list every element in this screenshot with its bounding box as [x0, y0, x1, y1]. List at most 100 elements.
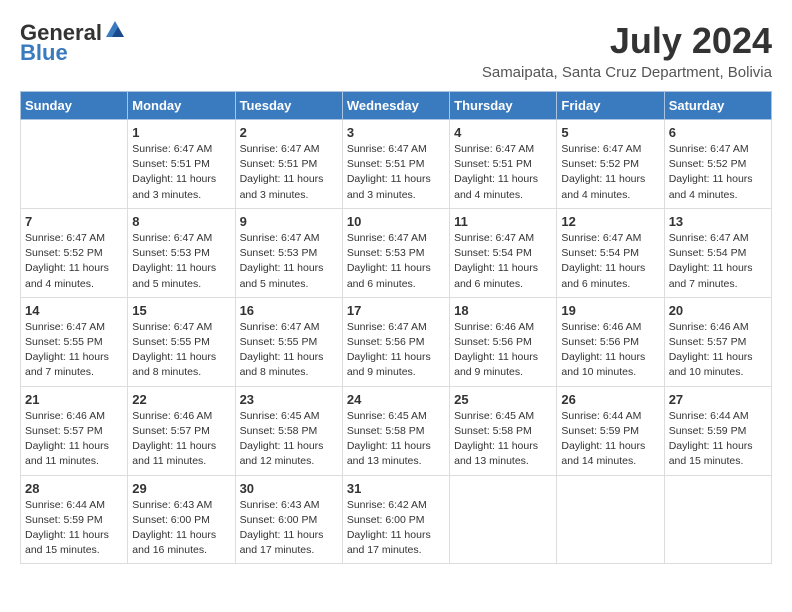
- day-sunrise: Sunrise: 6:47 AM: [132, 321, 212, 333]
- day-sunrise: Sunrise: 6:44 AM: [669, 410, 749, 422]
- title-area: July 2024 Samaipata, Santa Cruz Departme…: [482, 20, 772, 81]
- day-daylight: Daylight: 11 hours and 3 minutes.: [240, 173, 324, 200]
- day-sunrise: Sunrise: 6:47 AM: [132, 143, 212, 155]
- day-sunrise: Sunrise: 6:47 AM: [25, 232, 105, 244]
- calendar-cell: [450, 475, 557, 564]
- day-number: 30: [240, 481, 338, 496]
- calendar-week-row-0: 1 Sunrise: 6:47 AM Sunset: 5:51 PM Dayli…: [21, 120, 772, 209]
- day-sunset: Sunset: 5:51 PM: [240, 158, 318, 170]
- calendar-cell: 4 Sunrise: 6:47 AM Sunset: 5:51 PM Dayli…: [450, 120, 557, 209]
- header: General Blue July 2024 Samaipata, Santa …: [20, 20, 772, 81]
- calendar-cell: 5 Sunrise: 6:47 AM Sunset: 5:52 PM Dayli…: [557, 120, 664, 209]
- calendar-cell: [21, 120, 128, 209]
- calendar-week-row-3: 21 Sunrise: 6:46 AM Sunset: 5:57 PM Dayl…: [21, 386, 772, 475]
- day-sunset: Sunset: 5:54 PM: [454, 247, 532, 259]
- logo-icon: [104, 19, 126, 39]
- day-number: 20: [669, 303, 767, 318]
- header-friday: Friday: [557, 92, 664, 120]
- day-sunset: Sunset: 5:55 PM: [25, 336, 103, 348]
- day-sunset: Sunset: 5:58 PM: [347, 425, 425, 437]
- calendar-cell: 23 Sunrise: 6:45 AM Sunset: 5:58 PM Dayl…: [235, 386, 342, 475]
- calendar-cell: 24 Sunrise: 6:45 AM Sunset: 5:58 PM Dayl…: [342, 386, 449, 475]
- day-sunrise: Sunrise: 6:44 AM: [25, 499, 105, 511]
- day-daylight: Daylight: 11 hours and 15 minutes.: [25, 529, 109, 556]
- day-daylight: Daylight: 11 hours and 6 minutes.: [454, 262, 538, 289]
- calendar-cell: 10 Sunrise: 6:47 AM Sunset: 5:53 PM Dayl…: [342, 208, 449, 297]
- calendar-cell: 16 Sunrise: 6:47 AM Sunset: 5:55 PM Dayl…: [235, 297, 342, 386]
- day-daylight: Daylight: 11 hours and 8 minutes.: [132, 351, 216, 378]
- day-number: 25: [454, 392, 552, 407]
- calendar-cell: [557, 475, 664, 564]
- calendar-week-row-1: 7 Sunrise: 6:47 AM Sunset: 5:52 PM Dayli…: [21, 208, 772, 297]
- location-title: Samaipata, Santa Cruz Department, Bolivi…: [482, 64, 772, 81]
- day-sunset: Sunset: 5:57 PM: [669, 336, 747, 348]
- calendar-cell: 14 Sunrise: 6:47 AM Sunset: 5:55 PM Dayl…: [21, 297, 128, 386]
- day-daylight: Daylight: 11 hours and 5 minutes.: [240, 262, 324, 289]
- calendar-cell: 9 Sunrise: 6:47 AM Sunset: 5:53 PM Dayli…: [235, 208, 342, 297]
- calendar-cell: 30 Sunrise: 6:43 AM Sunset: 6:00 PM Dayl…: [235, 475, 342, 564]
- day-number: 19: [561, 303, 659, 318]
- calendar-cell: 17 Sunrise: 6:47 AM Sunset: 5:56 PM Dayl…: [342, 297, 449, 386]
- calendar-table: Sunday Monday Tuesday Wednesday Thursday…: [20, 91, 772, 564]
- calendar-cell: 27 Sunrise: 6:44 AM Sunset: 5:59 PM Dayl…: [664, 386, 771, 475]
- day-daylight: Daylight: 11 hours and 4 minutes.: [454, 173, 538, 200]
- day-daylight: Daylight: 11 hours and 16 minutes.: [132, 529, 216, 556]
- day-sunset: Sunset: 5:54 PM: [561, 247, 639, 259]
- day-sunset: Sunset: 5:51 PM: [454, 158, 532, 170]
- day-daylight: Daylight: 11 hours and 17 minutes.: [240, 529, 324, 556]
- day-sunrise: Sunrise: 6:47 AM: [669, 143, 749, 155]
- day-daylight: Daylight: 11 hours and 17 minutes.: [347, 529, 431, 556]
- calendar-cell: 22 Sunrise: 6:46 AM Sunset: 5:57 PM Dayl…: [128, 386, 235, 475]
- header-sunday: Sunday: [21, 92, 128, 120]
- day-sunset: Sunset: 5:55 PM: [240, 336, 318, 348]
- day-sunset: Sunset: 6:00 PM: [347, 514, 425, 526]
- day-sunrise: Sunrise: 6:47 AM: [347, 232, 427, 244]
- calendar-cell: 1 Sunrise: 6:47 AM Sunset: 5:51 PM Dayli…: [128, 120, 235, 209]
- calendar-cell: 11 Sunrise: 6:47 AM Sunset: 5:54 PM Dayl…: [450, 208, 557, 297]
- calendar-cell: [664, 475, 771, 564]
- day-number: 12: [561, 214, 659, 229]
- day-daylight: Daylight: 11 hours and 7 minutes.: [25, 351, 109, 378]
- header-wednesday: Wednesday: [342, 92, 449, 120]
- calendar-cell: 31 Sunrise: 6:42 AM Sunset: 6:00 PM Dayl…: [342, 475, 449, 564]
- day-sunrise: Sunrise: 6:45 AM: [454, 410, 534, 422]
- day-sunrise: Sunrise: 6:43 AM: [240, 499, 320, 511]
- day-daylight: Daylight: 11 hours and 11 minutes.: [25, 440, 109, 467]
- day-number: 10: [347, 214, 445, 229]
- day-daylight: Daylight: 11 hours and 12 minutes.: [240, 440, 324, 467]
- day-sunset: Sunset: 5:59 PM: [25, 514, 103, 526]
- calendar-week-row-4: 28 Sunrise: 6:44 AM Sunset: 5:59 PM Dayl…: [21, 475, 772, 564]
- day-daylight: Daylight: 11 hours and 13 minutes.: [454, 440, 538, 467]
- day-daylight: Daylight: 11 hours and 15 minutes.: [669, 440, 753, 467]
- calendar-cell: 8 Sunrise: 6:47 AM Sunset: 5:53 PM Dayli…: [128, 208, 235, 297]
- day-sunset: Sunset: 5:56 PM: [347, 336, 425, 348]
- day-sunrise: Sunrise: 6:47 AM: [669, 232, 749, 244]
- day-sunset: Sunset: 5:57 PM: [25, 425, 103, 437]
- day-sunset: Sunset: 5:55 PM: [132, 336, 210, 348]
- day-sunset: Sunset: 5:51 PM: [132, 158, 210, 170]
- calendar-cell: 20 Sunrise: 6:46 AM Sunset: 5:57 PM Dayl…: [664, 297, 771, 386]
- day-sunrise: Sunrise: 6:47 AM: [561, 143, 641, 155]
- day-sunset: Sunset: 5:59 PM: [669, 425, 747, 437]
- day-number: 26: [561, 392, 659, 407]
- day-number: 29: [132, 481, 230, 496]
- logo: General Blue: [20, 20, 126, 66]
- day-sunset: Sunset: 5:53 PM: [240, 247, 318, 259]
- header-saturday: Saturday: [664, 92, 771, 120]
- day-sunset: Sunset: 6:00 PM: [240, 514, 318, 526]
- calendar-cell: 7 Sunrise: 6:47 AM Sunset: 5:52 PM Dayli…: [21, 208, 128, 297]
- day-daylight: Daylight: 11 hours and 3 minutes.: [132, 173, 216, 200]
- day-number: 11: [454, 214, 552, 229]
- day-number: 13: [669, 214, 767, 229]
- day-number: 24: [347, 392, 445, 407]
- day-number: 15: [132, 303, 230, 318]
- day-sunset: Sunset: 6:00 PM: [132, 514, 210, 526]
- day-sunrise: Sunrise: 6:47 AM: [240, 143, 320, 155]
- day-sunrise: Sunrise: 6:46 AM: [25, 410, 105, 422]
- calendar-cell: 18 Sunrise: 6:46 AM Sunset: 5:56 PM Dayl…: [450, 297, 557, 386]
- day-daylight: Daylight: 11 hours and 10 minutes.: [669, 351, 753, 378]
- calendar-week-row-2: 14 Sunrise: 6:47 AM Sunset: 5:55 PM Dayl…: [21, 297, 772, 386]
- day-sunset: Sunset: 5:52 PM: [561, 158, 639, 170]
- day-number: 28: [25, 481, 123, 496]
- day-sunrise: Sunrise: 6:47 AM: [454, 232, 534, 244]
